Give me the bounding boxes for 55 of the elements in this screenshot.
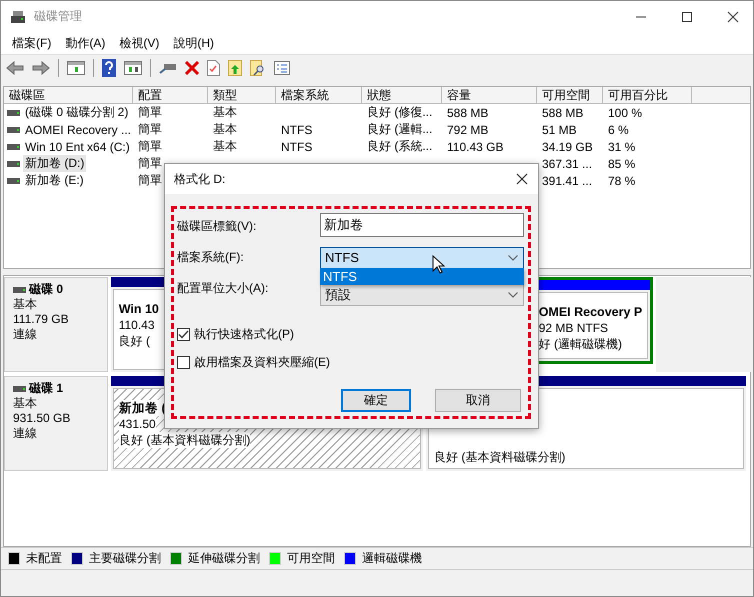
table-cell: 100 %: [608, 106, 642, 120]
table-cell: 良好 (系統...: [367, 138, 432, 155]
table-cell: NTFS: [281, 140, 312, 154]
table-cell: 34.19 GB: [542, 140, 593, 154]
table-cell: 簡單: [138, 121, 162, 138]
table-cell: 良好 (邏輯...: [367, 121, 432, 138]
dialog-title: 格式化 D:: [174, 170, 226, 188]
table-cell: 基本: [213, 104, 237, 121]
legend-label: 可用空間: [287, 550, 335, 567]
table-cell: 簡單: [138, 172, 162, 189]
table-cell: NTFS: [281, 122, 312, 136]
table-cell: 6 %: [608, 122, 629, 136]
table-cell: 391.41 ...: [542, 174, 592, 188]
table-cell: 588 MB: [542, 106, 584, 120]
table-cell: 基本: [213, 121, 237, 138]
table-cell: 85 %: [608, 156, 636, 170]
partition-text: 110.43: [118, 317, 155, 333]
table-cell: 31 %: [608, 140, 636, 154]
partition-text: Win 10: [118, 301, 159, 317]
partition-text: 92 MB NTFS: [538, 320, 608, 336]
table-cell: 簡單: [138, 104, 162, 121]
table-cell: 51 MB: [542, 122, 577, 136]
field-label: 配置單位大小(A):: [177, 280, 268, 297]
partition-text: 良好 (: [118, 333, 150, 349]
partition-text: OMEI Recovery P: [538, 304, 642, 320]
disk-name: 磁碟 0: [29, 282, 64, 297]
partition-text: 好 (邏輯磁碟機): [538, 336, 622, 352]
partition-text: 良好 (基本資料磁碟分割): [434, 449, 566, 465]
table-cell: 367.31 ...: [542, 156, 592, 170]
legend-label: 主要磁碟分割: [89, 550, 161, 567]
table-cell: 簡單: [138, 155, 162, 172]
legend-label: 邏輯磁碟機: [362, 550, 422, 567]
table-cell: 基本: [213, 138, 237, 155]
legend-label: 延伸磁碟分割: [188, 550, 260, 567]
checkbox-label: 執行快速格式化(P): [194, 326, 294, 343]
table-cell: 110.43 GB: [447, 140, 504, 154]
disk-size: 111.79 GB: [13, 312, 69, 327]
disk-type: 基本: [13, 396, 37, 411]
disk-status: 連線: [13, 327, 37, 342]
disk-status: 連線: [13, 426, 37, 441]
table-cell: 簡單: [138, 138, 162, 155]
partition-text: 431.50: [119, 416, 156, 432]
table-cell: 良好 (修復...: [367, 104, 432, 121]
disk-name: 磁碟 1: [29, 381, 64, 396]
disk-size: 931.50 GB: [13, 411, 70, 426]
disk-type: 基本: [13, 297, 37, 312]
field-label: 磁碟區標籤(V):: [177, 218, 256, 235]
window-title: 磁碟管理: [34, 8, 82, 25]
field-label: 檔案系統(F):: [177, 249, 244, 266]
table-cell: 792 MB: [447, 122, 488, 136]
partition-text: 良好 (基本資料磁碟分割): [119, 432, 250, 448]
table-cell: 78 %: [608, 174, 636, 188]
table-cell: 588 MB: [447, 106, 488, 120]
checkbox-label: 啟用檔案及資料夾壓縮(E): [194, 354, 330, 371]
legend-label: 未配置: [26, 550, 62, 567]
